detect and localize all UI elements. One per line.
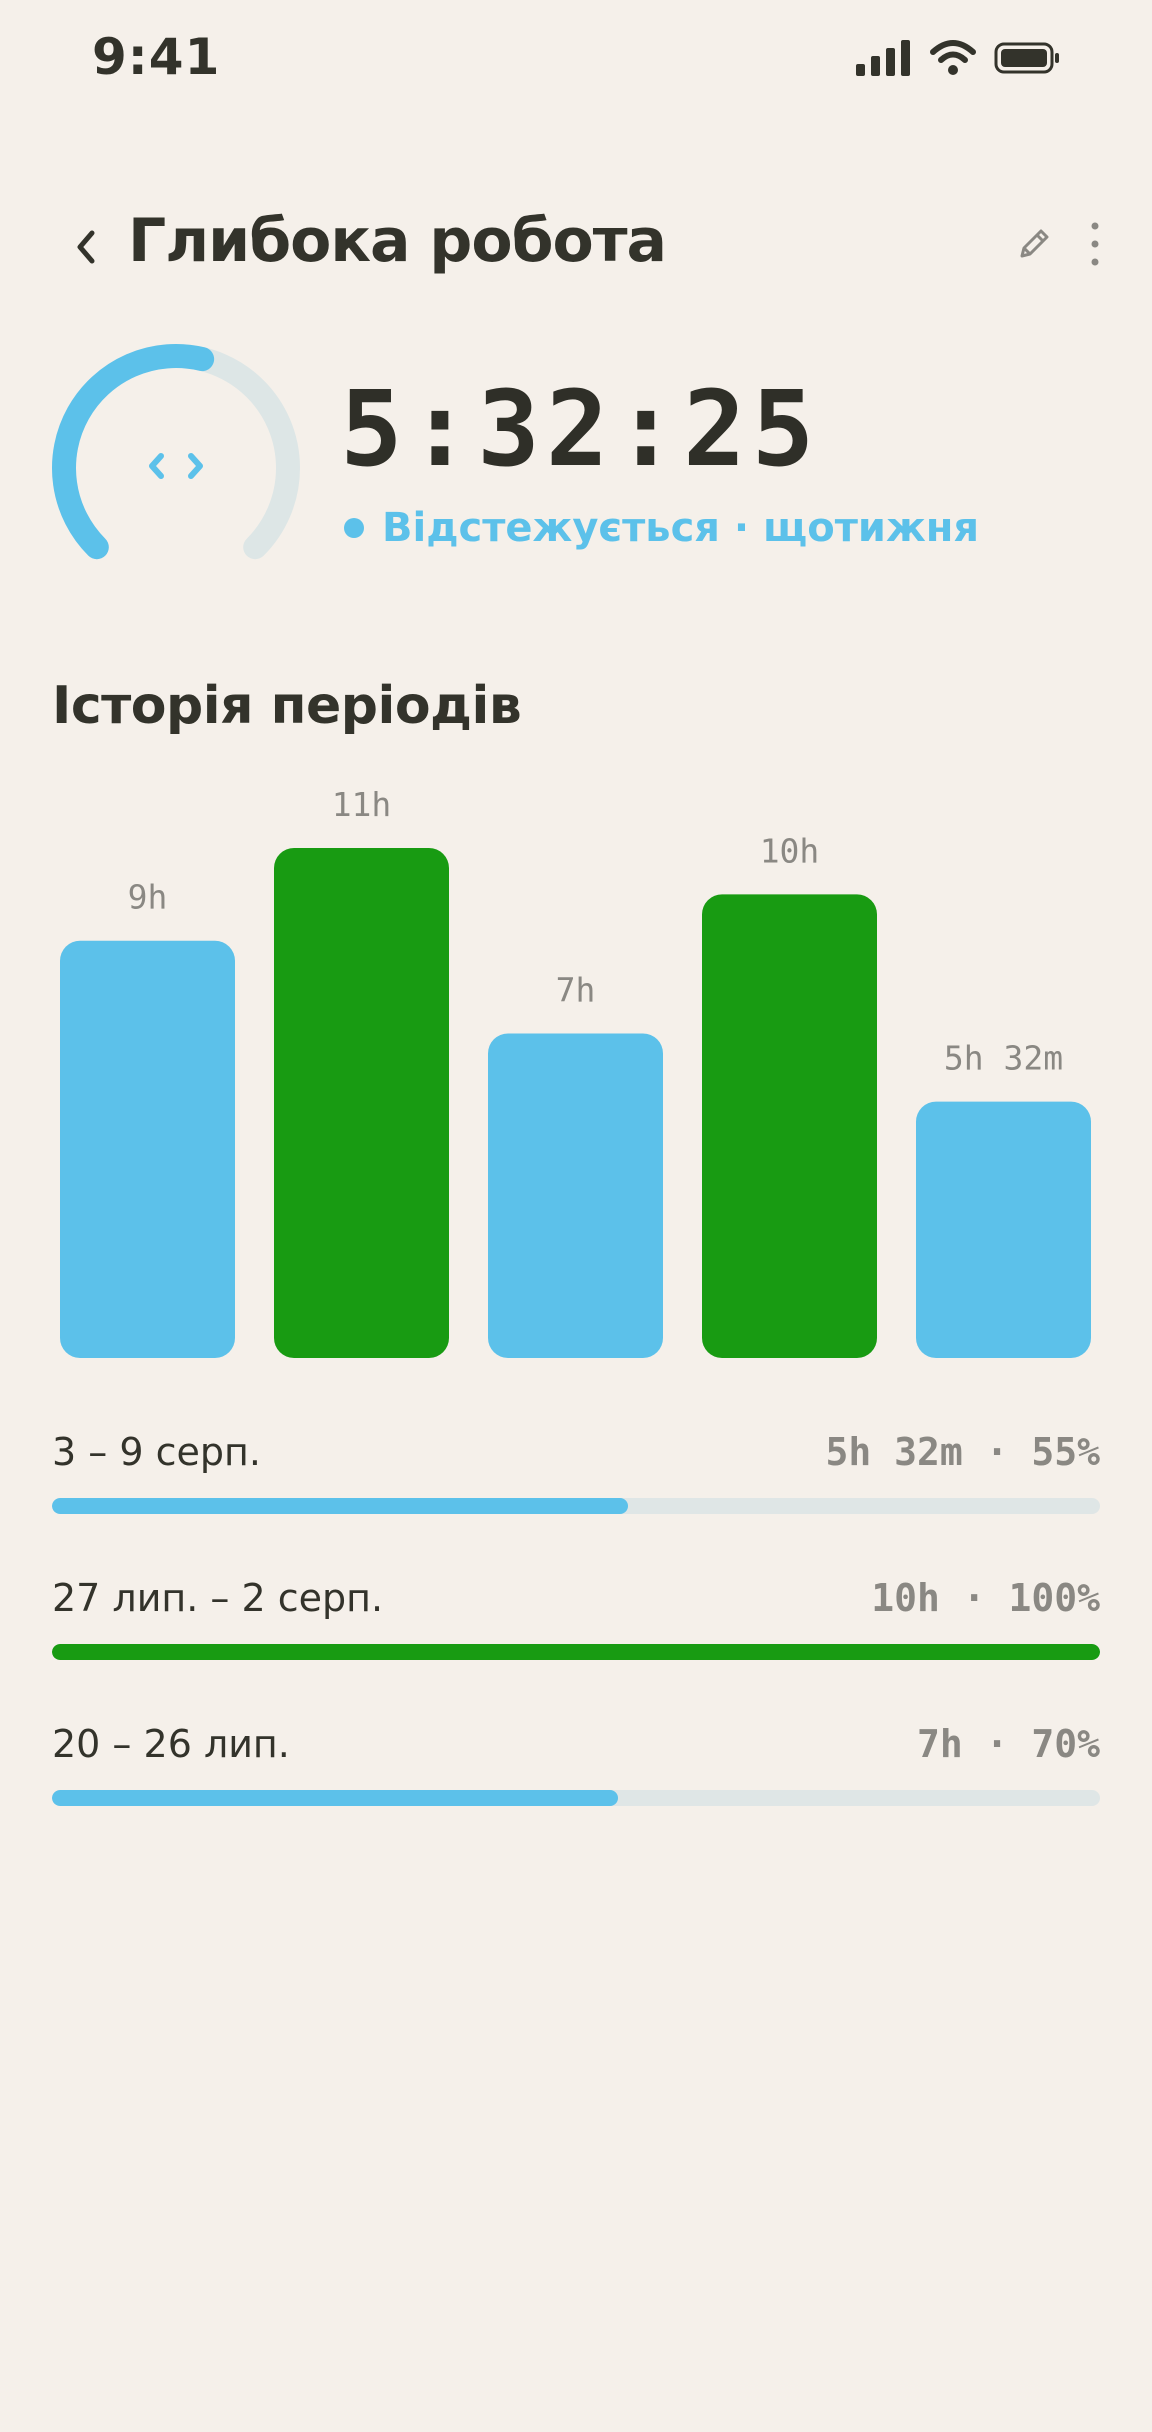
- period-progress-fill: [52, 1498, 629, 1514]
- timer-value: 5:32:25: [340, 368, 821, 490]
- period-value: 10h · 100%: [871, 1576, 1100, 1620]
- chart-bar-label: 7h: [556, 970, 596, 1009]
- chart-bar[interactable]: [60, 940, 235, 1358]
- chart-bar[interactable]: [702, 894, 877, 1358]
- history-title: Історія періодів: [52, 676, 522, 736]
- history-chart: 9h 11h 7h 10h 5h 32m: [60, 785, 1091, 1358]
- more-vertical-icon: [1091, 222, 1099, 266]
- period-progress-track: [52, 1498, 1100, 1514]
- period-label: 27 лип. – 2 серп.: [52, 1576, 384, 1620]
- chart-bar[interactable]: [488, 1033, 663, 1358]
- back-button[interactable]: [52, 212, 122, 282]
- tracking-dot: [344, 518, 364, 538]
- more-button[interactable]: [1070, 214, 1120, 274]
- status-icons: [856, 40, 1060, 76]
- period-progress-fill: [52, 1644, 1100, 1660]
- status-time: 9:41: [92, 28, 221, 86]
- period-value: 5h 32m · 55%: [825, 1430, 1100, 1474]
- period-label: 20 – 26 лип.: [52, 1722, 290, 1766]
- chart-bar-label: 9h: [128, 878, 168, 917]
- signal-icon: [856, 40, 910, 76]
- tracking-status: Відстежується · щотижня: [344, 505, 979, 551]
- chart-bar-label: 10h: [760, 831, 820, 870]
- period-label: 3 – 9 серп.: [52, 1430, 261, 1474]
- tracking-label: Відстежується · щотижня: [382, 505, 980, 551]
- code-icon: [149, 453, 203, 479]
- chart-bar[interactable]: [916, 1101, 1091, 1358]
- chart-bar-label: 11h: [332, 785, 392, 824]
- chevron-left-icon: [77, 230, 95, 264]
- battery-icon: [994, 42, 1059, 74]
- page-title: Глибока робота: [128, 206, 667, 276]
- progress-ring: [52, 344, 300, 560]
- edit-button[interactable]: [1004, 214, 1064, 274]
- ring-progress: [52, 344, 215, 560]
- period-progress-fill: [52, 1790, 618, 1806]
- chart-bar-label: 5h 32m: [944, 1039, 1063, 1078]
- period-progress-track: [52, 1644, 1100, 1660]
- chart-bar[interactable]: [274, 848, 449, 1358]
- pencil-icon: [1020, 229, 1049, 258]
- wifi-icon: [930, 40, 976, 75]
- period-value: 7h · 70%: [916, 1722, 1100, 1766]
- period-progress-track: [52, 1790, 1100, 1806]
